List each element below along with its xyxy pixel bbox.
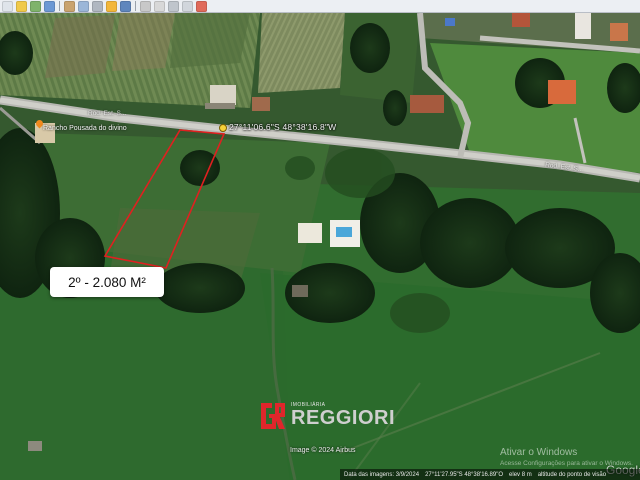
place-label[interactable]: Rancho Pousada do divino [43,125,127,132]
save-image-icon[interactable] [182,0,193,12]
history-icon[interactable] [92,0,103,12]
tour-icon[interactable] [78,0,89,12]
hand-icon[interactable] [2,0,13,12]
status-bar: Data das imagens: 3/9/2024 27°11'27.95"S… [340,469,640,480]
overlay-icon[interactable] [64,0,75,12]
area-callout: 2º - 2.080 M² [50,267,164,297]
reggiori-logo-icon [261,403,285,429]
toolbar [0,0,640,13]
windows-activation-title: Ativar o Windows [500,447,578,458]
coordinate-pin-icon[interactable] [219,124,227,132]
satellite-map[interactable]: 27°11'06.6"S 48°38'16.8"W Rancho Pousada… [0,13,640,480]
cursor-coordinates: 27°11'27.95"S 48°38'16.89"O [425,471,504,478]
eye-altitude: altitude do ponto de visão [537,471,607,478]
print-icon[interactable] [168,0,179,12]
toolbar-separator [59,1,60,11]
email-icon[interactable] [154,0,165,12]
elevation: elev 8 m [509,471,532,478]
planet-icon[interactable] [120,0,131,12]
ruler-icon[interactable] [140,0,151,12]
coordinate-label: 27°11'06.6"S 48°38'16.8"W [229,122,337,132]
maps-icon[interactable] [196,0,207,12]
watermark-name: REGGIORI [291,407,396,429]
imagery-date: Data das imagens: 3/9/2024 [344,471,420,478]
placemark-icon[interactable] [16,0,27,12]
sun-icon[interactable] [106,0,117,12]
polygon-icon[interactable] [30,0,41,12]
path-icon[interactable] [44,0,55,12]
road-label-west: Rod. Est. S... [88,110,127,117]
toolbar-separator [135,1,136,11]
imagery-credit: Image © 2024 Airbus [290,447,356,454]
